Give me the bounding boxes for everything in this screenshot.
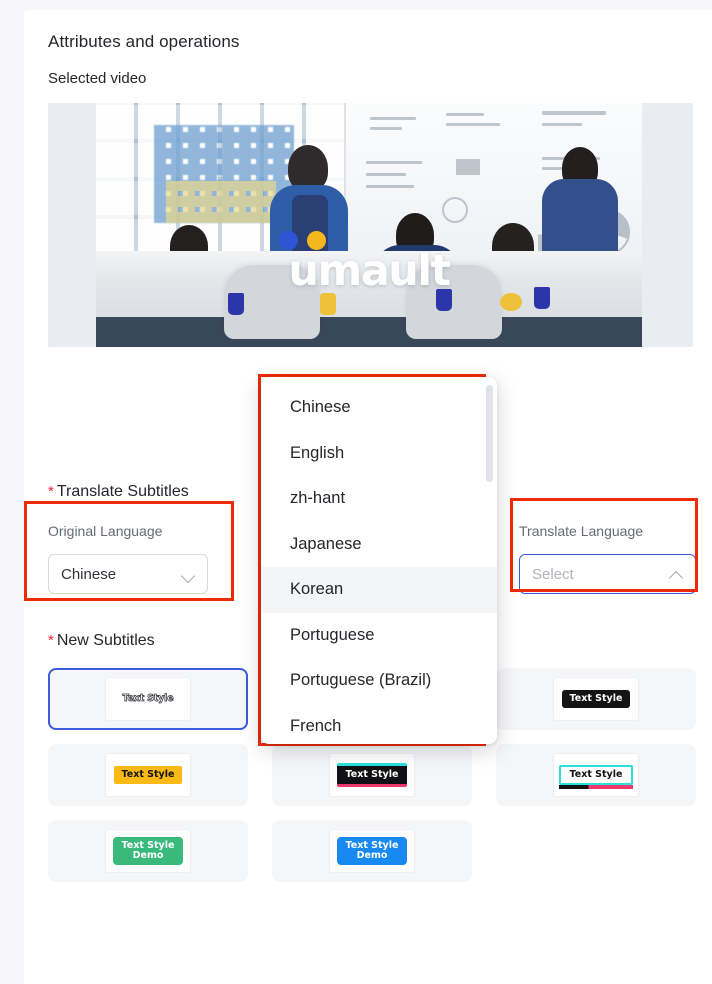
style-preview: Text Style <box>105 677 191 721</box>
style-preview: Text Style <box>105 753 191 797</box>
translate-language-label: Translate Language <box>519 523 644 539</box>
style-chip-glitch-light: Text Style <box>558 764 634 790</box>
translate-language-select[interactable]: Select <box>519 554 696 594</box>
umault-logo: umault <box>288 246 451 296</box>
style-chip-yellow-box: Text Style <box>113 765 183 785</box>
subtitle-style-card-outline[interactable]: Text Style <box>48 668 248 730</box>
subtitle-style-card-glitch-light[interactable]: Text Style <box>496 744 696 806</box>
language-option-list: Chinese English zh-hant Japanese Korean Portu… <box>261 377 497 744</box>
style-preview: Text Style <box>329 753 415 797</box>
style-preview: Text Style <box>553 677 639 721</box>
selected-video-label: Selected video <box>48 70 147 87</box>
page-title: Attributes and operations <box>48 32 240 51</box>
style-chip-glitch-dark: Text Style <box>336 762 408 788</box>
style-chip-black-box: Text Style <box>561 689 631 709</box>
sticky-notes-yellow <box>166 181 276 223</box>
translate-language-placeholder: Select <box>532 565 574 583</box>
language-option-portuguese[interactable]: Portuguese <box>261 613 497 659</box>
subtitle-style-card-glitch-dark[interactable]: Text Style <box>272 744 472 806</box>
video-frame: umault <box>96 103 642 347</box>
language-option-zh-hant[interactable]: zh-hant <box>261 476 497 522</box>
language-option-chinese[interactable]: Chinese <box>261 385 497 431</box>
style-chip-blue-demo: Text Style Demo <box>336 836 408 866</box>
style-preview: Text Style Demo <box>105 829 191 873</box>
translate-subtitles-title-text: Translate Subtitles <box>56 483 189 500</box>
new-subtitles-title: * New Subtitles <box>48 632 155 650</box>
cup <box>534 287 550 309</box>
floor <box>96 317 642 347</box>
style-chip-outline: Text Style <box>122 692 174 704</box>
subtitle-style-card-yellow-box[interactable]: Text Style <box>48 744 248 806</box>
app-root: Attributes and operations Selected video <box>0 0 712 984</box>
language-option-japanese[interactable]: Japanese <box>261 522 497 568</box>
subtitle-style-card-blue-demo[interactable]: Text Style Demo <box>272 820 472 882</box>
required-asterisk: * <box>48 632 54 649</box>
chevron-down-icon <box>182 568 195 581</box>
language-option-portuguese-brazil[interactable]: Portuguese (Brazil) <box>261 658 497 704</box>
style-chip-green-demo: Text Style Demo <box>112 836 184 866</box>
style-preview: Text Style Demo <box>329 829 415 873</box>
new-subtitles-title-text: New Subtitles <box>56 632 155 649</box>
subtitle-style-card-green-demo[interactable]: Text Style Demo <box>48 820 248 882</box>
video-preview[interactable]: umault <box>48 103 693 347</box>
language-option-korean[interactable]: Korean <box>261 567 497 613</box>
cup <box>320 293 336 315</box>
original-language-select[interactable]: Chinese <box>48 554 208 594</box>
dropdown-scrollbar[interactable] <box>486 385 493 482</box>
language-dropdown[interactable]: Chinese English zh-hant Japanese Korean Portu… <box>261 377 497 744</box>
chevron-up-icon <box>670 568 683 581</box>
cup <box>228 293 244 315</box>
cup <box>500 293 522 311</box>
style-preview: Text Style <box>553 753 639 797</box>
language-option-french[interactable]: French <box>261 704 497 745</box>
language-option-english[interactable]: English <box>261 431 497 477</box>
required-asterisk: * <box>48 483 54 500</box>
original-language-label: Original Language <box>48 523 163 539</box>
subtitle-style-card-black-box[interactable]: Text Style <box>496 668 696 730</box>
translate-subtitles-title: * Translate Subtitles <box>48 483 189 501</box>
original-language-value: Chinese <box>61 565 117 583</box>
